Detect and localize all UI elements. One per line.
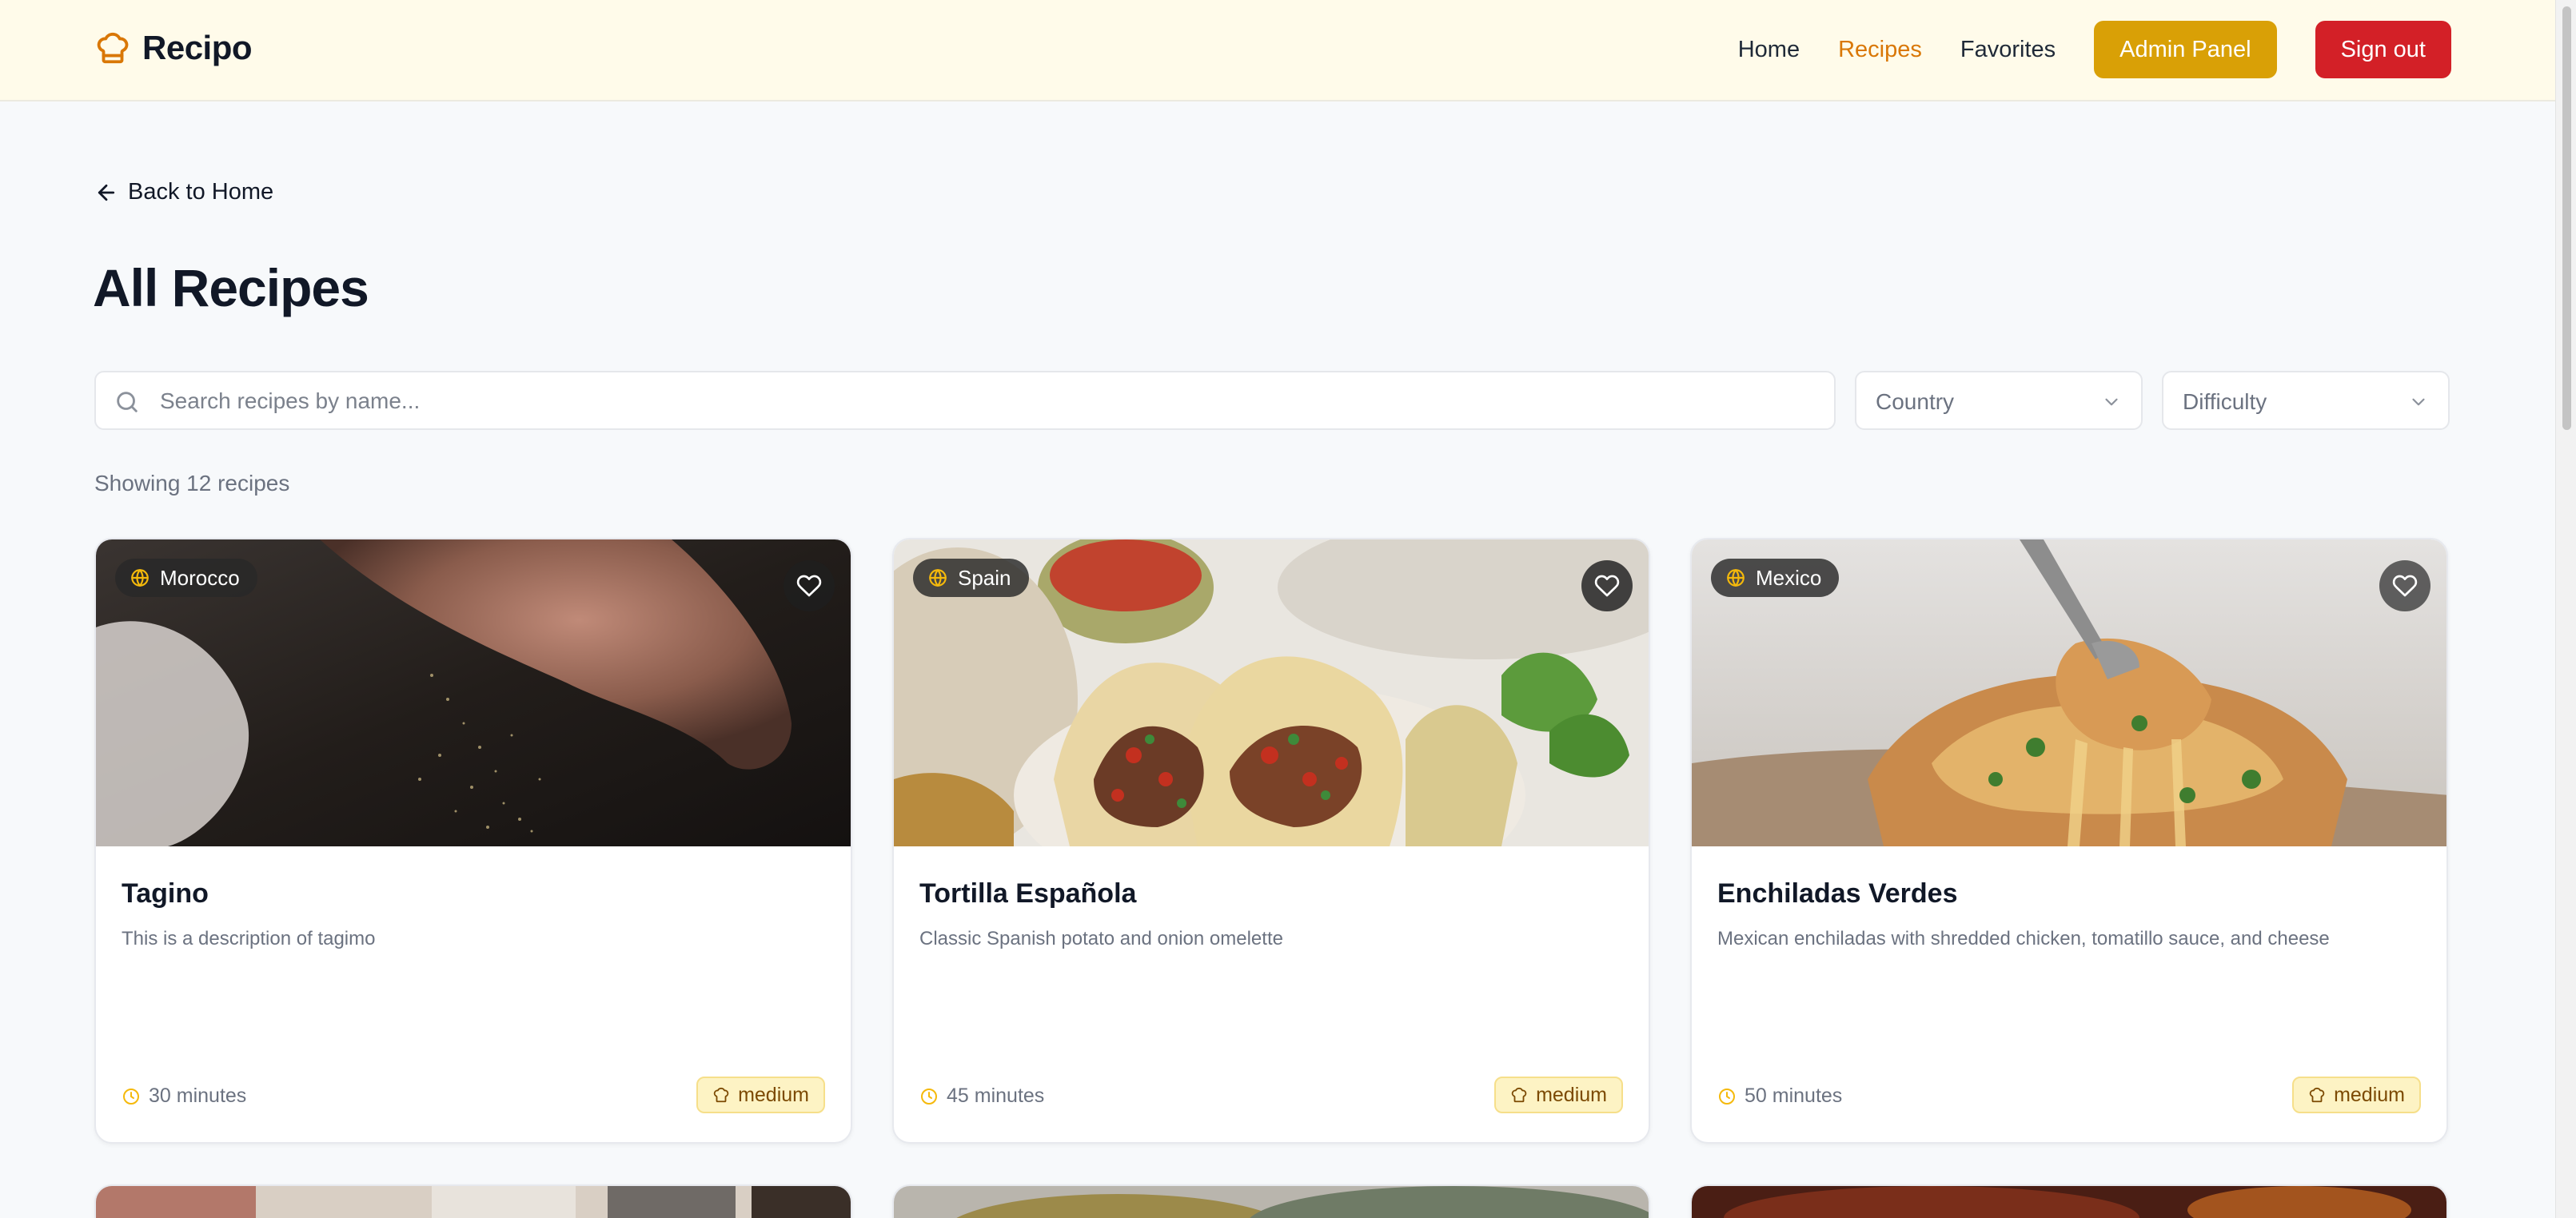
country-label: Mexico: [1756, 565, 1822, 590]
recipe-time: 30 minutes: [122, 1085, 246, 1108]
difficulty-badge: medium: [2292, 1077, 2421, 1113]
recipe-card[interactable]: Morocco Tagino This is a description of …: [94, 538, 852, 1144]
chevron-down-icon: [2412, 398, 2425, 406]
recipe-time: 45 minutes: [919, 1085, 1044, 1108]
recipe-image: [96, 1186, 851, 1218]
country-badge: Spain: [913, 559, 1029, 597]
chef-hat-icon: [1511, 1087, 1527, 1103]
app-name: Recipo: [142, 29, 253, 66]
heart-icon: [2392, 575, 2418, 597]
favorite-button[interactable]: [784, 560, 835, 611]
recipe-image: Spain: [894, 539, 1649, 846]
difficulty-badge: medium: [696, 1077, 825, 1113]
app-root: Recipo Home Recipes Favorites Admin Pane…: [0, 0, 2576, 1218]
globe-icon: [1727, 569, 1745, 587]
nav-favorites[interactable]: Favorites: [1960, 37, 2056, 63]
clock-icon: [123, 1088, 139, 1105]
arrow-left-icon: [98, 184, 115, 201]
recipe-image: [1692, 1186, 2446, 1218]
chef-hat-icon: [97, 32, 129, 64]
main-nav: Home Recipes Favorites Admin Panel Sign …: [1738, 21, 2451, 78]
recipe-time: 50 minutes: [1717, 1085, 1842, 1108]
difficulty-select-value: Difficulty: [2183, 389, 2267, 414]
admin-panel-button[interactable]: Admin Panel: [2094, 21, 2277, 78]
recipe-description: This is a description of tagimo: [122, 928, 376, 949]
recipe-title: Tagino: [122, 878, 209, 909]
recipe-title: Enchiladas Verdes: [1717, 878, 1958, 909]
country-select[interactable]: Country: [1855, 371, 2143, 430]
sign-out-button[interactable]: Sign out: [2315, 21, 2451, 78]
top-header: Recipo Home Recipes Favorites Admin Pane…: [0, 0, 2555, 102]
recipe-card[interactable]: [94, 1184, 852, 1218]
back-label: Back to Home: [128, 179, 274, 205]
clock-icon: [1719, 1088, 1735, 1105]
recipe-card[interactable]: Spain Tortilla Española Classic Spanish …: [892, 538, 1650, 1144]
recipe-description: Mexican enchiladas with shredded chicken…: [1717, 928, 2330, 949]
time-label: 30 minutes: [149, 1085, 247, 1107]
time-label: 45 minutes: [947, 1085, 1045, 1107]
clock-icon: [921, 1088, 937, 1105]
nav-recipes[interactable]: Recipes: [1838, 37, 1922, 63]
recipe-description: Classic Spanish potato and onion omelett…: [919, 928, 1283, 949]
globe-icon: [929, 569, 947, 587]
recipe-card[interactable]: [892, 1184, 1650, 1218]
recipe-image: Morocco: [96, 539, 851, 846]
page-title: All Recipes: [93, 258, 369, 317]
recipe-card[interactable]: [1690, 1184, 2448, 1218]
heart-icon: [1594, 575, 1620, 597]
favorite-button[interactable]: [2379, 560, 2430, 611]
logo[interactable]: Recipo: [94, 29, 253, 67]
search-box: [94, 371, 1836, 430]
chef-hat-icon: [713, 1087, 729, 1103]
search-input[interactable]: [160, 380, 1823, 422]
difficulty-label: medium: [2334, 1083, 2405, 1106]
difficulty-select[interactable]: Difficulty: [2162, 371, 2450, 430]
recipe-title: Tortilla Española: [919, 878, 1137, 909]
difficulty-badge: medium: [1494, 1077, 1623, 1113]
back-to-home-link[interactable]: Back to Home: [94, 179, 273, 205]
country-label: Spain: [958, 565, 1011, 590]
heart-icon: [796, 575, 822, 597]
nav-home[interactable]: Home: [1738, 37, 1800, 63]
recipe-card[interactable]: Mexico Enchiladas Verdes Mexican enchila…: [1690, 538, 2448, 1144]
time-label: 50 minutes: [1745, 1085, 1843, 1107]
page-scrollbar[interactable]: [2555, 0, 2576, 1218]
results-count: Showing 12 recipes: [94, 471, 290, 496]
globe-icon: [131, 569, 149, 587]
country-select-value: Country: [1876, 389, 1955, 414]
chevron-down-icon: [2105, 398, 2118, 406]
favorite-button[interactable]: [1581, 560, 1633, 611]
country-badge: Mexico: [1711, 559, 1840, 597]
country-badge: Morocco: [115, 559, 257, 597]
country-label: Morocco: [160, 565, 240, 590]
difficulty-label: medium: [1536, 1083, 1607, 1106]
recipe-image: [894, 1186, 1649, 1218]
scrollbar-thumb[interactable]: [2562, 6, 2571, 430]
difficulty-label: medium: [738, 1083, 809, 1106]
recipe-image: Mexico: [1692, 539, 2446, 846]
search-icon: [117, 392, 138, 412]
chef-hat-icon: [2309, 1087, 2325, 1103]
